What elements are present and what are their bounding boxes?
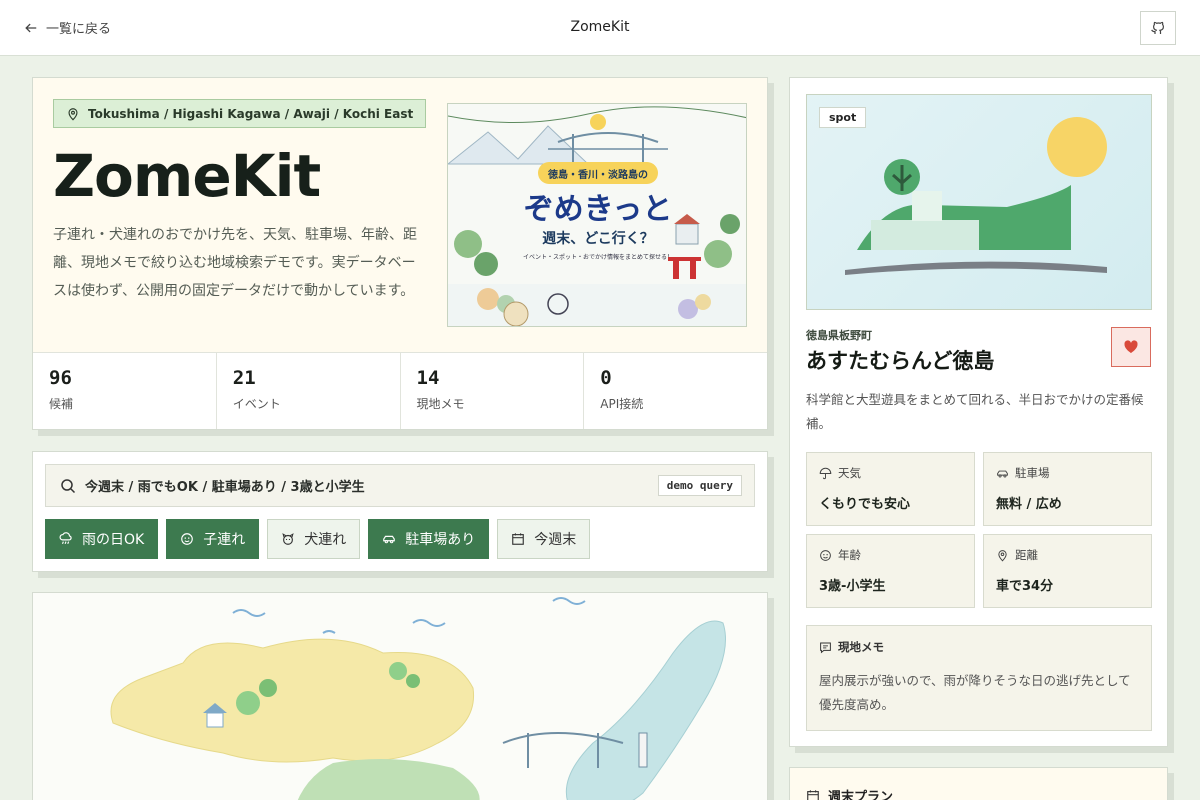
weekend-plan-title: 週末プラン xyxy=(806,786,893,800)
spot-type-tag: spot xyxy=(819,107,867,128)
art-badge: 徳島・香川・淡路島の xyxy=(547,168,648,181)
child-icon xyxy=(181,533,194,545)
location-pin-icon xyxy=(68,107,78,121)
hero-illustration: 徳島・香川・淡路島の ぞめきっと 週末、どこ行く？ イベント・スポット・おでかけ… xyxy=(447,103,747,327)
info-age: 年齢 3歳-小学生 xyxy=(806,534,975,608)
favorite-button[interactable] xyxy=(1111,327,1151,367)
illustration-art: 徳島・香川・淡路島の ぞめきっと 週末、どこ行く？ イベント・スポット・おでかけ… xyxy=(448,104,746,326)
app-title: ZomeKit xyxy=(570,19,630,35)
chip-label: 今週末 xyxy=(534,532,577,548)
stat-label: 現地メモ xyxy=(416,397,465,411)
info-key: 天気 xyxy=(838,466,861,480)
info-value: くもりでも安心 xyxy=(819,497,911,512)
car-icon xyxy=(997,470,1008,477)
calendar-icon xyxy=(807,789,819,800)
stat-value: 14 xyxy=(416,367,440,389)
region-text: Tokushima / Higashi Kagawa / Awaji / Koc… xyxy=(88,106,414,121)
filter-chips: 雨の日OK 子連れ 犬連れ 駐車場あり 今週末 xyxy=(45,519,591,559)
info-key: 年齢 xyxy=(838,548,861,562)
art-subtitle: 週末、どこ行く？ xyxy=(542,230,654,247)
filter-chip-rain-ok[interactable]: 雨の日OK xyxy=(45,519,159,559)
stat-label: API接続 xyxy=(600,397,644,411)
stat-label: 候補 xyxy=(49,397,74,411)
plan-title-text: 週末プラン xyxy=(828,790,894,800)
filter-chip-parking[interactable]: 駐車場あり xyxy=(368,519,490,559)
stat-memos: 14 現地メモ xyxy=(401,353,585,429)
brand-title: ZomeKit xyxy=(53,142,321,210)
location-pin-icon xyxy=(998,549,1007,561)
info-value: 車で34分 xyxy=(996,579,1054,594)
info-key: 距離 xyxy=(1015,548,1038,562)
info-distance: 距離 車で34分 xyxy=(983,534,1152,608)
spot-prefecture: 徳島県板野町 xyxy=(806,329,872,342)
stat-api: 0 API接続 xyxy=(584,353,767,429)
stats-row: 96 候補 21 イベント 14 現地メモ 0 API接続 xyxy=(33,352,767,429)
search-input[interactable]: 今週末 / 雨でもOK / 駐車場あり / 3歳と小学生 demo query xyxy=(45,464,755,507)
filter-chip-kids[interactable]: 子連れ xyxy=(166,519,260,559)
stat-value: 0 xyxy=(600,367,612,389)
spot-name: あすたむらんど徳島 xyxy=(806,349,995,373)
chat-bubble-icon xyxy=(820,642,831,653)
info-value: 無料 / 広め xyxy=(996,497,1062,512)
heart-icon xyxy=(1124,340,1138,353)
stat-label: イベント xyxy=(232,397,281,411)
spot-detail-panel: spot 徳島県板野町 あすたむらんど徳島 科学館と大型遊具をまとめて回れる、半… xyxy=(789,77,1168,747)
memo-key: 現地メモ xyxy=(838,640,884,654)
art-caption: イベント・スポット・おでかけ情報をまとめて探せる！ xyxy=(523,253,673,261)
stat-candidates: 96 候補 xyxy=(33,353,217,429)
art-title: ぞめきっと xyxy=(524,192,673,227)
chip-label: 犬連れ xyxy=(304,532,347,548)
spot-image: spot xyxy=(806,94,1152,310)
info-parking: 駐車場 無料 / 広め xyxy=(983,452,1152,526)
filter-chip-weekend[interactable]: 今週末 xyxy=(497,519,591,559)
child-icon xyxy=(820,549,831,561)
region-map xyxy=(33,593,767,800)
stat-value: 96 xyxy=(49,367,72,389)
rain-icon xyxy=(59,532,72,545)
spot-description: 科学館と大型遊具をまとめて回れる、半日おでかけの定番候補。 xyxy=(806,392,1144,431)
dog-icon xyxy=(282,533,294,545)
info-value: 3歳-小学生 xyxy=(819,579,886,594)
region-badge: Tokushima / Higashi Kagawa / Awaji / Koc… xyxy=(53,99,427,128)
hero-card: Tokushima / Higashi Kagawa / Awaji / Koc… xyxy=(32,77,768,430)
search-card: 今週末 / 雨でもOK / 駐車場あり / 3歳と小学生 demo query … xyxy=(32,451,768,572)
car-icon xyxy=(383,535,396,544)
info-weather: 天気 くもりでも安心 xyxy=(806,452,975,526)
github-button[interactable] xyxy=(1140,11,1176,45)
search-query: 今週末 / 雨でもOK / 駐車場あり / 3歳と小学生 xyxy=(85,480,365,495)
stat-events: 21 イベント xyxy=(217,353,401,429)
demo-query-badge: demo query xyxy=(657,475,742,496)
local-memo: 現地メモ 屋内展示が強いので、雨が降りそうな日の逃げ先として優先度高め。 xyxy=(806,625,1152,731)
top-bar: 一覧に戻る ZomeKit xyxy=(0,0,1200,56)
memo-text: 屋内展示が強いので、雨が降りそうな日の逃げ先として優先度高め。 xyxy=(819,673,1131,712)
search-icon xyxy=(61,478,76,493)
filter-chip-dogs[interactable]: 犬連れ xyxy=(267,519,361,559)
calendar-icon xyxy=(512,533,525,545)
chip-label: 子連れ xyxy=(203,532,246,548)
chip-label: 雨の日OK xyxy=(82,532,145,548)
github-icon xyxy=(1151,21,1165,34)
info-key: 駐車場 xyxy=(1015,466,1050,480)
weekend-plan-card: 週末プラン xyxy=(789,767,1168,800)
umbrella-icon xyxy=(819,467,832,479)
chip-label: 駐車場あり xyxy=(405,532,476,548)
intro-text: 子連れ・犬連れのおでかけ先を、天気、駐車場、年齢、距離、現地メモで絞り込む地域検… xyxy=(53,227,417,299)
stat-value: 21 xyxy=(232,367,256,389)
map-card[interactable] xyxy=(32,592,768,800)
